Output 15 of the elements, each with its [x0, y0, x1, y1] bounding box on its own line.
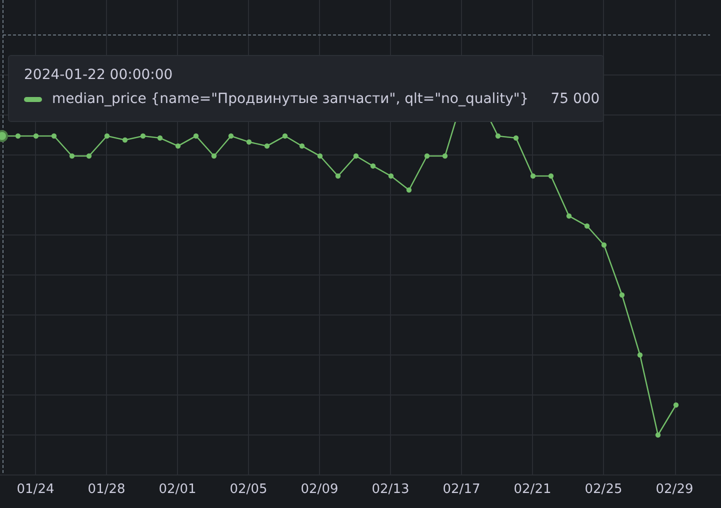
- axis-tick-label: 01/28: [88, 482, 126, 497]
- series-value: 75 000: [550, 91, 600, 107]
- axis-tick-label: 02/13: [372, 482, 410, 497]
- tooltip-time: 2024-01-22 00:00:00: [24, 67, 174, 83]
- axis-tick-label: 02/21: [514, 482, 552, 497]
- axis-tick-label: 01/24: [16, 482, 54, 497]
- axis-tick-label: 02/09: [300, 482, 338, 497]
- axis-tick-label: 02/05: [230, 482, 268, 497]
- axis-tick-label: 02/25: [584, 482, 622, 497]
- series-name: median_price {name="Продвинутые запчасти", qlt="no_quality"}: [52, 91, 529, 107]
- axis-tick-label: 02/29: [656, 482, 694, 497]
- hover-point: [0, 130, 8, 142]
- series-legend-icon: [24, 96, 42, 102]
- axis-tick-label: 02/01: [158, 482, 196, 497]
- axis-tick-label: 02/17: [442, 482, 480, 497]
